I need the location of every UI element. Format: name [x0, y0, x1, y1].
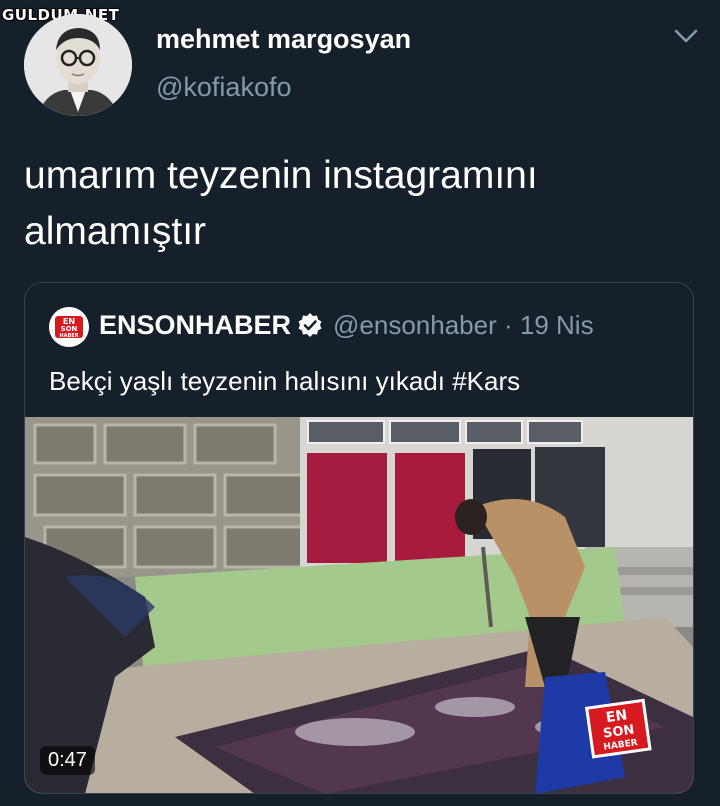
quoted-meta: @ensonhaber · 19 Nis — [333, 307, 594, 343]
user-handle[interactable]: @kofiakofo — [156, 72, 291, 103]
meta-separator: · — [503, 310, 513, 340]
ensonhaber-logo[interactable]: EN SON HABER — [49, 307, 89, 347]
display-name[interactable]: mehmet margosyan — [156, 24, 411, 55]
quoted-display-name-row[interactable]: ENSONHABER — [99, 307, 323, 343]
quoted-handle[interactable]: @ensonhaber — [333, 310, 497, 340]
svg-text:SON: SON — [61, 325, 78, 333]
quoted-date[interactable]: 19 Nis — [520, 310, 594, 340]
quoted-tweet-text: Bekçi yaşlı teyzenin halısını yıkadı #Ka… — [49, 366, 521, 396]
video-player[interactable]: EN SON HABER — [25, 417, 693, 793]
quoted-display-name[interactable]: ENSONHABER — [99, 307, 291, 343]
tweet-text-line: umarım teyzenin instagramını — [24, 154, 538, 197]
quoted-tweet-card[interactable]: EN SON HABER ENSONHABER @ensonhaber · 19… — [24, 282, 694, 794]
svg-text:HABER: HABER — [59, 333, 78, 339]
chevron-down-icon[interactable] — [672, 26, 700, 46]
avatar[interactable] — [24, 14, 132, 116]
video-duration-badge: 0:47 — [40, 746, 95, 775]
verified-badge-icon — [298, 313, 322, 337]
tweet-text: umarım teyzenin instagramını almamıştır — [24, 148, 684, 260]
tweet-text-line: almamıştır — [24, 210, 207, 253]
video-thumbnail: EN SON HABER — [25, 417, 693, 793]
